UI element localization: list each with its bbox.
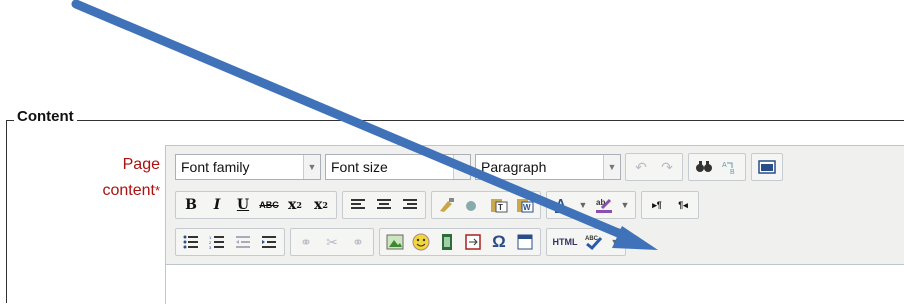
redo-icon[interactable]: ↷ xyxy=(656,156,678,178)
toolbar-row-1: Font family ▼ Font size ▼ Paragraph ▼ ↶ … xyxy=(175,152,788,182)
anchor-icon[interactable]: ⚭ xyxy=(347,231,369,253)
format-select[interactable]: Paragraph ▼ xyxy=(475,154,621,180)
smiley-icon[interactable] xyxy=(410,231,432,253)
svg-text:A: A xyxy=(556,196,566,211)
font-size-select[interactable]: Font size ▼ xyxy=(325,154,471,180)
highlight-color-icon[interactable]: ab xyxy=(593,194,615,216)
rtl-icon[interactable]: ¶◂ xyxy=(672,194,694,216)
html-source-button[interactable]: HTML xyxy=(549,231,581,253)
label-line-1: Page xyxy=(122,156,160,173)
insert-date-icon[interactable] xyxy=(514,231,536,253)
align-center-icon[interactable] xyxy=(373,194,395,216)
align-right-icon[interactable] xyxy=(399,194,421,216)
cleanup-icon[interactable] xyxy=(436,194,458,216)
direction-group: ▸¶ ¶◂ xyxy=(641,191,699,219)
chevron-down-icon[interactable]: ▼ xyxy=(609,231,621,253)
font-family-value: Font family xyxy=(181,159,250,175)
svg-text:T: T xyxy=(498,203,503,212)
outdent-icon[interactable] xyxy=(232,231,254,253)
fullscreen-group xyxy=(751,153,783,181)
search-icon[interactable] xyxy=(693,156,715,178)
fieldset-border-left xyxy=(6,120,7,303)
undo-redo-group: ↶ ↷ xyxy=(625,153,683,181)
bold-icon[interactable]: B xyxy=(180,194,202,216)
toolbar-row-2: B I U ABC x2 x2 T W A ▼ ab ▼ ▸¶ ¶◂ xyxy=(175,190,704,220)
undo-icon[interactable]: ↶ xyxy=(630,156,652,178)
svg-text:B: B xyxy=(730,169,735,175)
font-family-select[interactable]: Font family ▼ xyxy=(175,154,321,180)
format-value: Paragraph xyxy=(481,159,547,175)
bullet-list-icon[interactable] xyxy=(180,231,202,253)
spellcheck-icon[interactable]: ABC xyxy=(583,231,605,253)
list-group: 123 xyxy=(175,228,285,256)
text-style-group: B I U ABC x2 x2 xyxy=(175,191,337,219)
link-group: ⚭ ✂ ⚭ xyxy=(290,228,374,256)
underline-icon[interactable]: U xyxy=(232,194,254,216)
toolbar-row-3: 123 ⚭ ✂ ⚭ Ω HTML ABC ▼ xyxy=(175,227,631,257)
html-group: HTML ABC ▼ xyxy=(546,228,626,256)
paste-text-icon[interactable]: T xyxy=(488,194,510,216)
font-size-value: Font size xyxy=(331,159,388,175)
chevron-down-icon[interactable]: ▼ xyxy=(619,194,631,216)
unlink-icon[interactable]: ✂ xyxy=(321,231,343,253)
image-icon[interactable] xyxy=(384,231,406,253)
fieldset-border-top xyxy=(6,120,904,121)
svg-text:A: A xyxy=(722,162,727,169)
chevron-down-icon: ▼ xyxy=(453,155,470,179)
svg-text:W: W xyxy=(523,203,531,212)
replace-icon[interactable]: AB xyxy=(719,156,741,178)
numbered-list-icon[interactable]: 123 xyxy=(206,231,228,253)
chevron-down-icon: ▼ xyxy=(303,155,320,179)
label-line-2: content xyxy=(102,182,155,199)
ltr-icon[interactable]: ▸¶ xyxy=(646,194,668,216)
link-icon[interactable] xyxy=(462,194,484,216)
nonbreaking-icon[interactable] xyxy=(462,231,484,253)
chevron-down-icon: ▼ xyxy=(603,155,620,179)
special-char-icon[interactable]: Ω xyxy=(488,231,510,253)
editor-content-area[interactable] xyxy=(166,264,904,305)
clipboard-group: T W xyxy=(431,191,541,219)
search-group: AB xyxy=(688,153,746,181)
rich-text-editor: Font family ▼ Font size ▼ Paragraph ▼ ↶ … xyxy=(165,145,904,305)
svg-text:3: 3 xyxy=(209,245,212,249)
indent-icon[interactable] xyxy=(258,231,280,253)
superscript-icon[interactable]: x2 xyxy=(310,194,332,216)
paste-word-icon[interactable]: W xyxy=(514,194,536,216)
chain-link-icon[interactable]: ⚭ xyxy=(295,231,317,253)
align-group xyxy=(342,191,426,219)
required-mark: * xyxy=(154,183,160,198)
media-icon[interactable] xyxy=(436,231,458,253)
page-content-label: Page content* xyxy=(102,152,160,204)
insert-group: Ω xyxy=(379,228,541,256)
fieldset-legend: Content xyxy=(14,108,77,125)
italic-icon[interactable]: I xyxy=(206,194,228,216)
subscript-icon[interactable]: x2 xyxy=(284,194,306,216)
text-color-icon[interactable]: A xyxy=(551,194,573,216)
color-group: A ▼ ab ▼ xyxy=(546,191,636,219)
fullscreen-icon[interactable] xyxy=(756,156,778,178)
chevron-down-icon[interactable]: ▼ xyxy=(577,194,589,216)
align-left-icon[interactable] xyxy=(347,194,369,216)
strikethrough-icon[interactable]: ABC xyxy=(258,194,280,216)
